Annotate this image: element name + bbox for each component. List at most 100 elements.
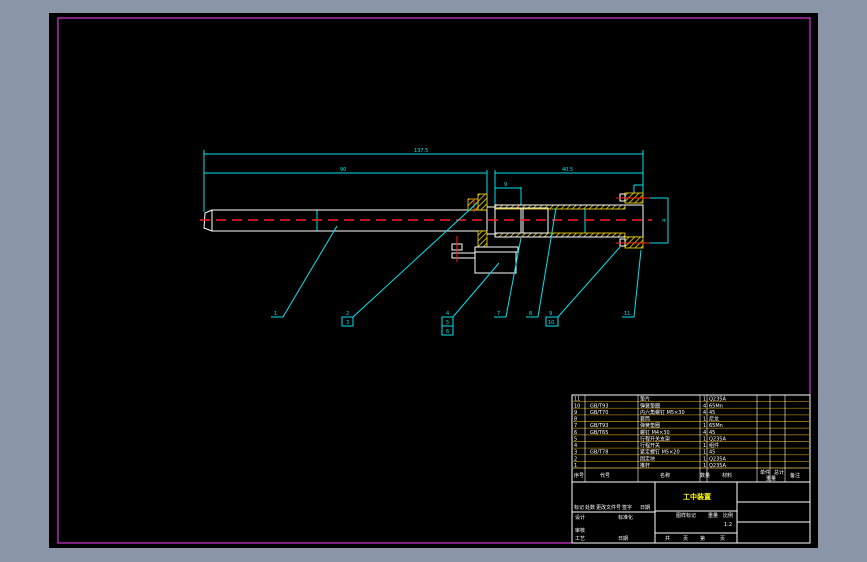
part-name: 套筒	[640, 416, 650, 423]
part-qty: 1	[703, 397, 706, 403]
part-no: 4	[574, 443, 577, 449]
balloon-2: 2	[346, 311, 349, 317]
part-code: GB/T93	[590, 403, 608, 409]
part-mat: Q235A	[709, 456, 726, 462]
header-unit: 单件	[760, 469, 770, 476]
balloon-3: 3	[346, 320, 349, 326]
sheet-border	[57, 17, 811, 544]
header-name: 名称	[660, 472, 670, 479]
label-pattern: 图样标记	[676, 512, 696, 519]
title-block	[571, 394, 811, 544]
part-code: GB/T70	[590, 410, 608, 416]
part-no: 11	[574, 397, 580, 403]
header-mat: 材料	[722, 472, 732, 479]
balloon-4: 4	[446, 311, 449, 317]
part-qty: 1	[703, 423, 706, 429]
part-qty: 1	[703, 436, 706, 442]
part-mat: Q235A	[709, 463, 726, 469]
header-qty: 数量	[700, 472, 710, 479]
label-file: 更改文件号	[596, 504, 621, 511]
header-no: 序号	[574, 472, 584, 479]
cad-drawing: 137.5 90 40.5 9 4 1 2 3 4 5 6 7 8 9 10 1…	[57, 17, 811, 544]
dim-shaft: 90	[340, 167, 346, 173]
label-date2: 日期	[618, 536, 628, 542]
label-std: 标准化	[618, 514, 633, 521]
part-name: 内六角螺钉 M5×30	[640, 409, 685, 416]
label-design: 设计	[575, 514, 585, 521]
part-qty: 1	[703, 443, 706, 449]
dimension-lines	[203, 150, 669, 244]
dim-overall: 137.5	[414, 148, 428, 154]
header-weight: 重量	[766, 475, 776, 482]
header-remark: 备注	[790, 472, 800, 479]
part-qty: 1	[703, 456, 706, 462]
header-code: 代号	[600, 472, 610, 479]
part-name: 弹簧垫圈	[640, 422, 660, 429]
part-no: 8	[574, 417, 577, 423]
part-qty: 1	[703, 463, 706, 469]
label-scale: 比例	[723, 512, 733, 519]
label-mark: 标记	[574, 504, 584, 511]
part-name: 行程开关支架	[640, 435, 670, 442]
part-name: 弹簧垫圈	[640, 402, 660, 409]
label-date: 日期	[640, 505, 650, 511]
header-total: 总计	[774, 469, 784, 476]
part-code: GB/T65	[590, 430, 608, 436]
parts-list: 11 垫片 1 Q235A10 GB/T93 弹簧垫圈 4 65Mn9 GB/T70 内六角螺钉 …	[572, 395, 810, 482]
title-block-labels: 序号 代号 名称 数量 材料 单件 总计 重量 备注 标记 处数 更改文件号 签…	[574, 469, 800, 542]
scale-value: 1:2	[724, 522, 732, 528]
label-page: 页	[683, 536, 688, 542]
drawing-title: 工中装置	[683, 492, 711, 501]
part-mat: 65Mn	[709, 423, 723, 429]
tube	[487, 204, 644, 238]
part-mat: 尼龙	[709, 416, 719, 423]
part-name: 紧定螺钉 M5×20	[640, 449, 680, 456]
part-mat: 65Mn	[709, 403, 723, 409]
balloon-8: 8	[529, 311, 532, 317]
part-no: 5	[574, 436, 577, 442]
part-qty: 4	[703, 403, 706, 409]
balloon-1: 1	[274, 311, 277, 317]
label-process: 工艺	[575, 536, 585, 542]
part-no: 6	[574, 430, 577, 436]
part-qty: 4	[703, 410, 706, 416]
label-check: 审核	[575, 527, 585, 534]
part-name: 螺钉 M4×30	[640, 429, 670, 436]
part-qty: 1	[703, 450, 706, 456]
label-count: 处数	[585, 504, 595, 511]
balloon-5: 5	[446, 320, 449, 326]
part-code: GB/T78	[590, 450, 608, 456]
part-name: 固定块	[640, 455, 655, 462]
part-name: 推杆	[640, 462, 650, 469]
part-mat: 45	[709, 450, 715, 456]
label-nth: 第	[700, 535, 705, 542]
part-qty: 1	[703, 417, 706, 423]
part-name: 垫片	[640, 396, 650, 403]
part-name: 行程开关	[640, 442, 660, 449]
part-mat: Q235A	[709, 436, 726, 442]
balloon-11: 11	[624, 311, 630, 317]
part-no: 9	[574, 410, 577, 416]
part-no: 1	[574, 463, 577, 469]
balloon-6: 6	[446, 329, 449, 335]
label-sign: 签字	[622, 504, 632, 511]
part-no: 2	[574, 456, 577, 462]
part-no: 7	[574, 423, 577, 429]
label-total: 共	[665, 535, 670, 542]
label-page2: 页	[720, 536, 725, 542]
part-no: 3	[574, 450, 577, 456]
part-mat: 45	[709, 430, 715, 436]
part-code: GB/T93	[590, 423, 608, 429]
part-qty: 4	[703, 430, 706, 436]
dim-tube: 40.5	[562, 167, 573, 173]
part-mat: 45	[709, 410, 715, 416]
dim-end: 4	[662, 219, 668, 222]
balloon-10: 10	[548, 320, 554, 326]
part-no: 10	[574, 403, 580, 409]
balloon-9: 9	[549, 311, 552, 317]
dim-slot: 9	[504, 182, 507, 188]
part-mat: Q235A	[709, 397, 726, 403]
part-mat: 组件	[709, 442, 719, 449]
balloon-7: 7	[497, 311, 500, 317]
label-weight: 重量	[708, 512, 718, 519]
